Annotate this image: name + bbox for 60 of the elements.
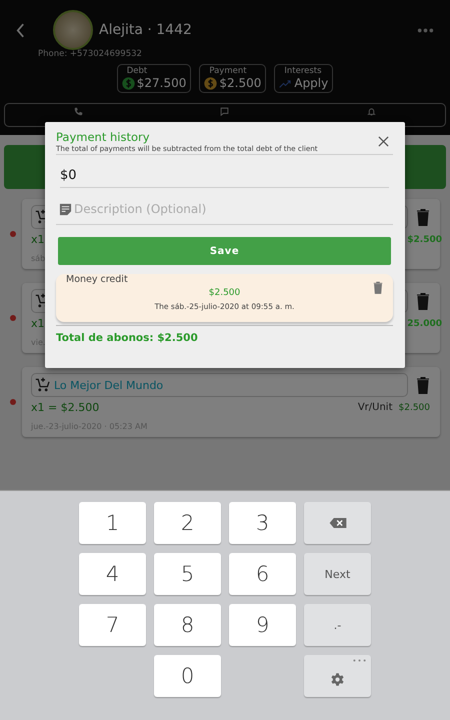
stat-label: Debt: [126, 66, 148, 76]
quantity-total: x1 = $2.500: [31, 401, 100, 414]
trash-icon[interactable]: [373, 281, 383, 294]
stat-card[interactable]: Payment $2.500: [199, 64, 266, 93]
trash-icon[interactable]: [416, 376, 430, 394]
keyboard-key[interactable]: 4: [79, 553, 146, 595]
stat-card[interactable]: Interests Apply: [274, 64, 334, 93]
payments-total: Total de abonos: $2.500: [56, 325, 393, 344]
note-icon: [59, 202, 72, 216]
phone-icon[interactable]: [74, 107, 83, 116]
settings-key[interactable]: [304, 655, 371, 697]
stat-value: $2.500: [219, 76, 262, 90]
cart-add-icon: [35, 377, 51, 393]
unit-price: $2.500: [398, 402, 430, 412]
dollar-coin-icon: [204, 76, 218, 90]
keyboard-key[interactable]: 6: [229, 553, 296, 595]
stat-card[interactable]: Debt $27.500: [116, 64, 192, 93]
description-field[interactable]: Description (Optional): [74, 202, 393, 216]
quantity-total: x1: [31, 317, 45, 330]
payment-label: Money credit: [66, 274, 128, 285]
phone-number: Phone: +573024699532: [38, 49, 143, 59]
unit-label: Vr/Unit: [358, 402, 392, 413]
message-icon[interactable]: [220, 107, 230, 116]
bell-icon[interactable]: [367, 107, 376, 116]
keyboard-key[interactable]: 2: [154, 502, 221, 544]
timeline-dot: [10, 315, 16, 321]
quantity-total: x1: [31, 233, 45, 246]
keyboard-key[interactable]: 8: [154, 604, 221, 646]
more-dots-icon: [353, 659, 366, 662]
settings-icon: [330, 672, 345, 686]
keyboard-key[interactable]: 9: [229, 604, 296, 646]
client-name: Alejita · 1442: [99, 22, 193, 38]
amount-field[interactable]: $0: [60, 166, 389, 188]
dialog-title: Payment history: [56, 130, 151, 144]
stat-value: $27.500: [136, 76, 186, 90]
keyboard-key[interactable]: 7: [79, 604, 146, 646]
close-icon[interactable]: [378, 136, 389, 147]
back-icon[interactable]: [16, 22, 25, 38]
stat-label: Payment: [209, 66, 248, 76]
avatar: [53, 10, 93, 50]
keyboard-key[interactable]: 5: [154, 553, 221, 595]
stat-label: Interests: [284, 66, 323, 76]
stat-value: Apply: [294, 76, 328, 90]
payment-amount: $2.500: [208, 288, 240, 298]
keyboard-key[interactable]: .-: [304, 604, 371, 646]
keyboard-key[interactable]: Next: [304, 553, 371, 595]
trash-icon[interactable]: [416, 208, 430, 226]
dollar-coin-icon: [122, 76, 135, 90]
keyboard-key[interactable]: 3: [229, 502, 296, 544]
timeline-dot: [10, 399, 16, 405]
unit-price: $2.500: [407, 234, 442, 244]
backspace-key[interactable]: [304, 502, 371, 544]
product-title: Lo Mejor Del Mundo: [54, 378, 164, 392]
more-icon[interactable]: [417, 28, 434, 32]
unit-price: 25.000: [407, 318, 442, 328]
trash-icon[interactable]: [416, 292, 430, 310]
keyboard-key[interactable]: 0: [154, 655, 221, 697]
keyboard-key[interactable]: 1: [79, 502, 146, 544]
backspace-icon: [328, 518, 346, 528]
timeline-dot: [10, 231, 16, 237]
